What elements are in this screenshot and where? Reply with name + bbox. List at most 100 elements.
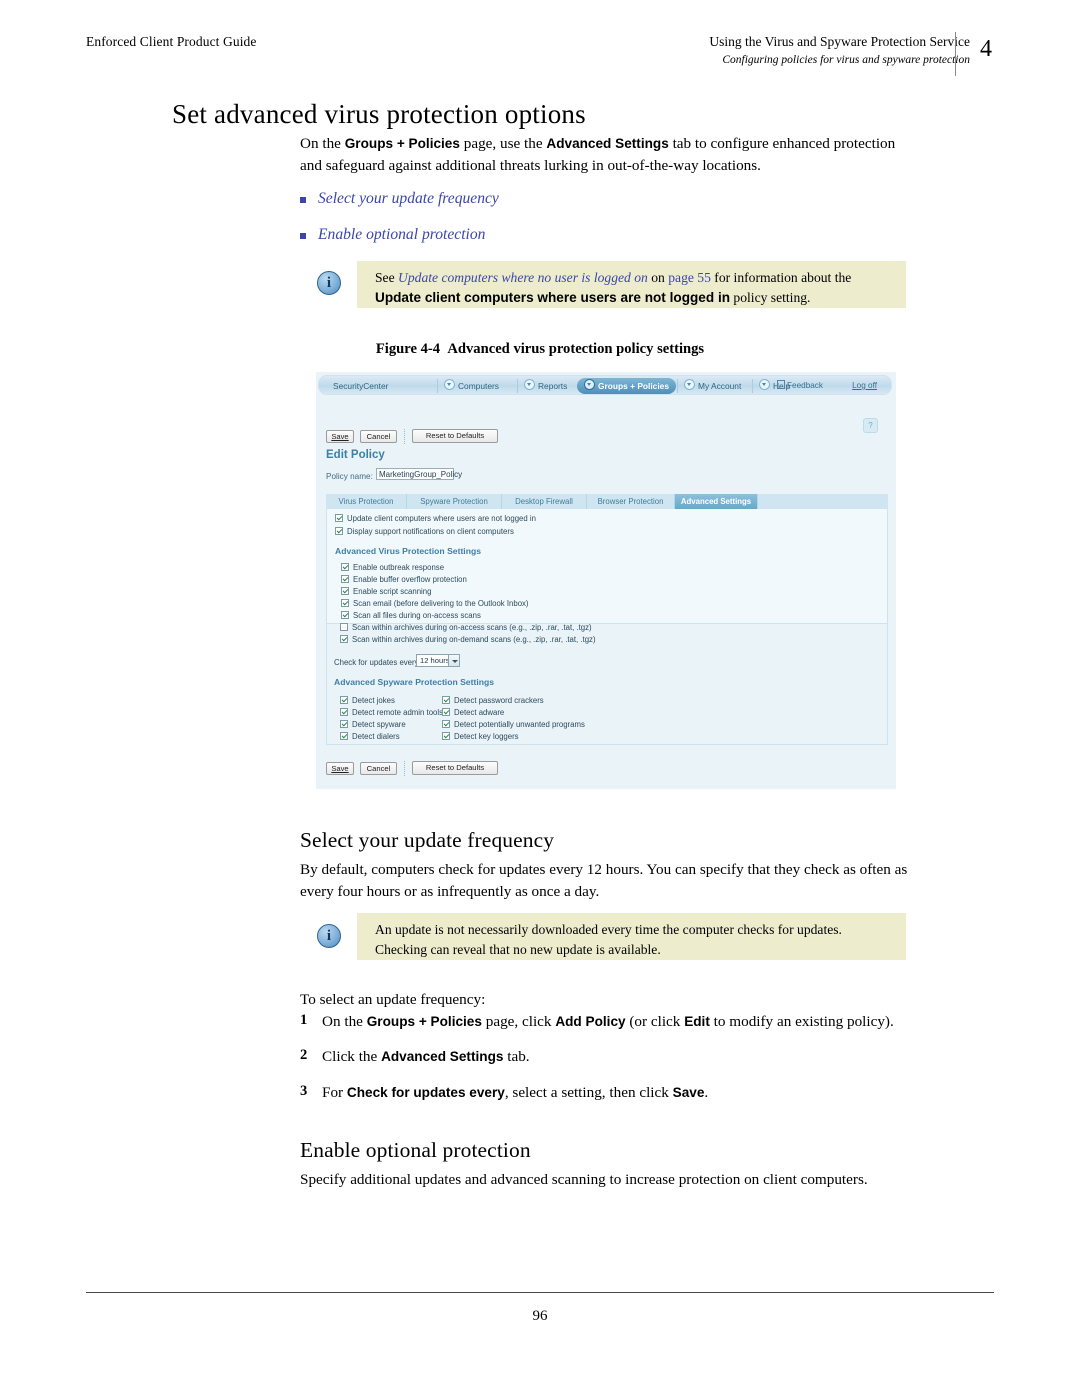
cancel-button-bottom[interactable]: Cancel [360,762,397,775]
check-updates-label: Check for updates every [334,658,419,667]
checkbox-icon [340,696,348,704]
header-left-title: Enforced Client Product Guide [86,34,257,49]
note-text-mid: for information about the [710,270,852,285]
procedure-intro: To select an update frequency: [300,991,486,1008]
checkbox-display-support-notifications[interactable]: Display support notifications on client … [335,527,514,537]
step-bold-advanced-settings: Advanced Settings [381,1049,504,1064]
save-button-top[interactable]: Save [326,430,354,443]
nav-item-reports[interactable]: Reports [517,379,567,393]
checkbox-scan-email[interactable]: Scan email (before delivering to the Out… [341,599,529,609]
policy-name-input[interactable]: MarketingGroup_Policy [376,468,462,480]
cancel-button-top[interactable]: Cancel [360,430,397,443]
intro-text-1: On the [300,135,345,152]
tab-spyware-protection[interactable]: Spyware Protection [407,494,502,509]
checkbox-enable-script-scanning[interactable]: Enable script scanning [341,587,431,597]
checkbox-icon [341,575,349,583]
checkbox-detect-jokes[interactable]: Detect jokes [340,696,395,706]
chevron-down-icon [684,379,695,390]
intro-bold-advanced-settings: Advanced Settings [546,136,669,151]
check-updates-dropdown[interactable]: 12 hours [416,654,460,667]
step-text-2: Click the Advanced Settings tab. [322,1046,912,1068]
app-tab-row: Virus Protection Spyware Protection Desk… [326,494,888,510]
checkbox-scan-archives-on-demand[interactable]: Scan within archives during on-demand sc… [340,635,596,645]
checkbox-label: Detect password crackers [454,696,544,705]
toolbar-divider [404,429,406,444]
footer-divider [86,1292,994,1293]
intro-paragraph: On the Groups + Policies page, use the A… [300,133,908,177]
note-text-on: on [647,270,669,285]
info-icon: i [317,924,341,948]
checkbox-label: Scan within archives during on-access sc… [352,623,592,632]
page-title: Set advanced virus protection options [172,99,586,129]
bullet-label: Select your update frequency [318,190,499,207]
checkbox-icon [341,599,349,607]
step-bold-add-policy: Add Policy [555,1014,626,1029]
step-text-1: On the Groups + Policies page, click Add… [322,1011,912,1033]
save-button-label: Save [331,432,349,441]
checkbox-icon [341,563,349,571]
chevron-down-icon [584,379,595,390]
chevron-down-icon [759,379,770,390]
reset-button-label: Reset to Defaults [425,431,485,440]
cancel-button-label: Cancel [366,764,391,773]
help-button[interactable]: ? [863,418,878,433]
note-page-reference[interactable]: page 55 [668,270,711,285]
checkbox-detect-potentially-unwanted-programs[interactable]: Detect potentially unwanted programs [442,720,585,730]
nav-item-label: Computers [458,381,499,391]
document-page: Enforced Client Product Guide Using the … [0,0,1080,1397]
figure-caption-text: Advanced virus protection policy setting… [447,341,705,357]
checkbox-detect-remote-admin-tools[interactable]: Detect remote admin tools [340,708,443,718]
section-heading-optional-protection: Enable optional protection [300,1138,531,1162]
checkbox-detect-password-crackers[interactable]: Detect password crackers [442,696,544,706]
intro-bold-groups-policies: Groups + Policies [344,136,460,151]
app-navbar: SecurityCenter Computers Reports Groups … [318,375,892,395]
chevron-down-icon [448,655,459,666]
nav-item-label: My Account [698,381,742,391]
tab-label: Desktop Firewall [515,497,573,506]
checkbox-update-client-computers[interactable]: Update client computers where users are … [335,514,536,524]
nav-item-computers[interactable]: Computers [437,379,499,393]
tab-virus-protection[interactable]: Virus Protection [326,494,407,509]
bullet-label: Enable optional protection [318,226,486,243]
checkbox-enable-buffer-overflow-protection[interactable]: Enable buffer overflow protection [341,575,467,585]
step-text-part: . [704,1084,709,1101]
bullet-link-update-frequency[interactable]: Select your update frequency [300,190,499,208]
save-button-bottom[interactable]: Save [326,762,354,775]
feedback-icon [777,380,786,389]
checkbox-detect-dialers[interactable]: Detect dialers [340,732,400,742]
figure-screenshot: SecurityCenter Computers Reports Groups … [316,372,896,789]
chevron-down-icon [444,379,455,390]
checkbox-label: Detect remote admin tools [352,708,444,717]
chapter-number: 4 [980,36,992,62]
nav-brand-label: SecurityCenter [333,381,389,391]
checkbox-detect-adware[interactable]: Detect adware [442,708,504,718]
nav-feedback-link[interactable]: Feedback [777,379,823,393]
nav-item-groups-policies[interactable]: Groups + Policies [577,378,676,394]
checkbox-enable-outbreak-response[interactable]: Enable outbreak response [341,563,444,573]
checkbox-icon [341,587,349,595]
nav-logoff-link[interactable]: Log off [852,379,877,393]
reset-to-defaults-button-bottom[interactable]: Reset to Defaults [412,761,498,775]
note-link-update-computers[interactable]: Update computers where no user is logged… [398,270,648,285]
tab-desktop-firewall[interactable]: Desktop Firewall [502,494,587,509]
checkbox-scan-archives-on-access[interactable]: Scan within archives during on-access sc… [340,623,592,633]
intro-text-2: page, use the [459,135,547,152]
checkbox-detect-spyware[interactable]: Detect spyware [340,720,406,730]
note-line-2: Checking can reveal that no new update i… [375,942,661,957]
checkbox-detect-key-loggers[interactable]: Detect key loggers [442,732,519,742]
checkbox-icon [341,611,349,619]
header-service-title: Using the Virus and Spyware Protection S… [709,34,970,49]
checkbox-scan-all-files-on-access[interactable]: Scan all files during on-access scans [341,611,481,621]
tab-advanced-settings[interactable]: Advanced Settings [675,494,758,509]
checkbox-icon [442,708,450,716]
note-callout-update-download: An update is not necessarily downloaded … [357,913,906,960]
step-number: 3 [300,1083,308,1099]
nav-brand-securitycenter[interactable]: SecurityCenter [333,379,388,393]
nav-item-my-account[interactable]: My Account [677,379,741,393]
tab-browser-protection[interactable]: Browser Protection [587,494,675,509]
figure-caption: Figure 4-4 Advanced virus protection pol… [0,341,1080,358]
reset-to-defaults-button-top[interactable]: Reset to Defaults [412,429,498,443]
bullet-link-optional-protection[interactable]: Enable optional protection [300,226,485,244]
step-bold-check-updates: Check for updates every [346,1085,505,1100]
note-text: An update is not necessarily downloaded … [375,920,896,960]
